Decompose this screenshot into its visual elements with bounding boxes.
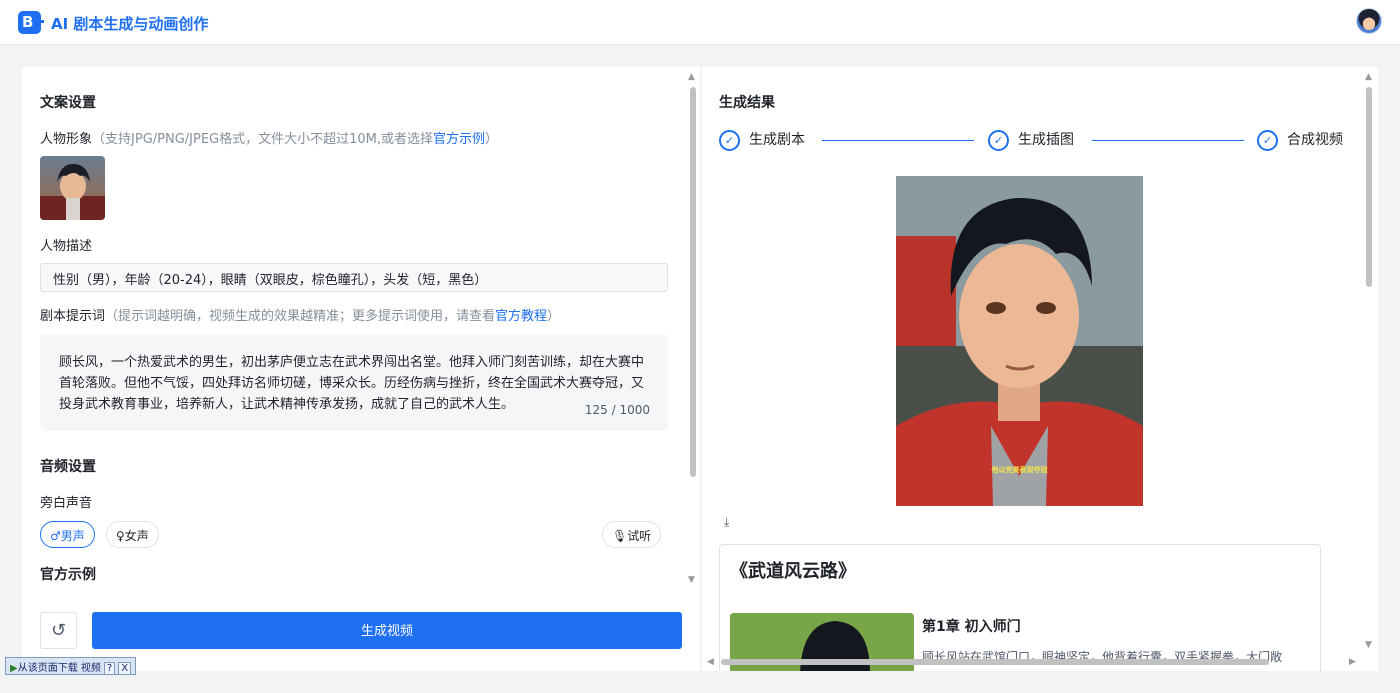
chapter-title: 第1章 初入师门 xyxy=(922,619,1021,635)
listen-button[interactable]: 🎙试听 xyxy=(602,521,662,548)
copy-section-title: 文案设置 xyxy=(40,95,96,111)
step-compose-video: ✓ 合成视频 xyxy=(1257,129,1343,151)
scroll-up-arrow-right[interactable]: ▲ xyxy=(1365,72,1372,82)
scroll-up-arrow-left[interactable]: ▲ xyxy=(688,72,695,82)
narration-label: 旁白声音 xyxy=(40,496,93,511)
check-icon: ✓ xyxy=(988,129,1009,151)
script-prompt-textarea[interactable]: 顾长风，一个热爱武术的男生，初出茅庐便立志在武术界闯出名堂。他拜入师门刻苦训练，… xyxy=(40,334,668,431)
reset-button[interactable]: ↺ xyxy=(40,612,77,649)
right-horizontal-scrollbar[interactable] xyxy=(721,659,1269,665)
examples-section-title: 官方示例 xyxy=(40,567,96,583)
character-description-input[interactable]: 性别（男），年龄（20-24），眼睛（双眼皮，棕色瞳孔），头发（短，黑色） xyxy=(40,263,668,292)
audio-section-title: 音频设置 xyxy=(40,459,96,475)
character-hint: （支持JPG/PNG/JPEG格式，文件大小不超过10M,或者选择 xyxy=(92,132,434,147)
male-icon: ♂ xyxy=(50,529,61,543)
download-video-label[interactable]: 从该页面下载 视频 xyxy=(18,663,101,674)
user-avatar[interactable] xyxy=(1356,8,1382,34)
official-tutorial-link[interactable]: 官方教程 xyxy=(495,309,547,324)
step-connector xyxy=(1092,140,1244,141)
female-voice-option[interactable]: ♀女声 xyxy=(106,521,159,548)
app-title: AI 剧本生成与动画创作 xyxy=(51,15,209,33)
right-vertical-scrollbar[interactable] xyxy=(1366,87,1372,287)
settings-panel: 文案设置 人物形象（支持JPG/PNG/JPEG格式，文件大小不超过10M,或者… xyxy=(22,67,700,671)
microphone-icon: 🎙 xyxy=(612,529,628,543)
generated-illustration[interactable]: 他以完美表现夺冠 xyxy=(896,176,1143,506)
female-voice-label: 女声 xyxy=(124,529,149,543)
step-label: 生成插图 xyxy=(1018,132,1074,148)
desc-label: 人物描述 xyxy=(40,239,93,254)
result-panel: 生成结果 ✓ 生成剧本 ✓ 生成插图 ✓ 合成视频 他以完美表现夺冠 ⤓ 《武道风云路… xyxy=(702,67,1378,671)
help-button[interactable]: ? xyxy=(103,662,116,675)
character-label-row: 人物形象（支持JPG/PNG/JPEG格式，文件大小不超过10M,或者选择官方示… xyxy=(40,128,498,147)
step-connector xyxy=(822,140,974,141)
result-title: 生成结果 xyxy=(719,95,775,111)
prompt-label: 剧本提示词 xyxy=(40,309,106,324)
scroll-left-arrow[interactable]: ◀ xyxy=(707,657,714,667)
official-example-link[interactable]: 官方示例 xyxy=(433,132,485,147)
step-label: 合成视频 xyxy=(1287,132,1343,148)
top-bar: B AI 剧本生成与动画创作 xyxy=(0,0,1400,45)
step-generate-script: ✓ 生成剧本 xyxy=(719,129,805,151)
male-voice-option[interactable]: ♂男声 xyxy=(40,521,95,548)
check-icon: ✓ xyxy=(719,129,740,151)
download-icon[interactable]: ⤓ xyxy=(724,515,729,530)
story-title: 《武道风云路》 xyxy=(730,561,856,582)
scroll-right-arrow[interactable]: ▶ xyxy=(1349,657,1356,667)
video-download-toolbar[interactable]: ▶从该页面下载 视频? X xyxy=(5,657,137,675)
story-card: 《武道风云路》 第1章 初入师门 顾长风站在武馆门口，眼神坚定，他背着行囊，双手… xyxy=(719,544,1321,671)
prompt-hint-end: ） xyxy=(547,309,561,324)
generate-video-button[interactable]: 生成视频 xyxy=(92,612,682,649)
scroll-down-arrow-right[interactable]: ▼ xyxy=(1365,640,1372,650)
prompt-label-row: 剧本提示词（提示词越明确，视频生成的效果越精准；更多提示词使用，请查看官方教程） xyxy=(40,305,560,324)
app-logo: B xyxy=(18,11,44,34)
listen-label: 试听 xyxy=(627,529,652,543)
step-label: 生成剧本 xyxy=(749,132,805,148)
prompt-char-count: 125 / 1000 xyxy=(584,403,650,417)
prompt-text: 顾长风，一个热爱武术的男生，初出茅庐便立志在武术界闯出名堂。他拜入师门刻苦训练，… xyxy=(59,355,645,412)
step-generate-illustration: ✓ 生成插图 xyxy=(988,129,1074,151)
character-label: 人物形象 xyxy=(40,132,93,147)
male-voice-label: 男声 xyxy=(60,529,85,543)
close-button[interactable]: X xyxy=(118,662,132,675)
refresh-icon: ↺ xyxy=(50,620,67,641)
character-hint-end: ） xyxy=(485,132,499,147)
prompt-hint: （提示词越明确，视频生成的效果越精准；更多提示词使用，请查看 xyxy=(105,309,496,324)
play-icon: ▶ xyxy=(10,663,18,674)
character-image-thumbnail[interactable] xyxy=(40,156,105,220)
check-icon: ✓ xyxy=(1257,129,1278,151)
scroll-down-arrow-left[interactable]: ▼ xyxy=(688,575,695,585)
left-vertical-scrollbar[interactable] xyxy=(690,87,696,477)
female-icon: ♀ xyxy=(116,529,125,543)
illustration-caption: 他以完美表现夺冠 xyxy=(991,466,1048,474)
